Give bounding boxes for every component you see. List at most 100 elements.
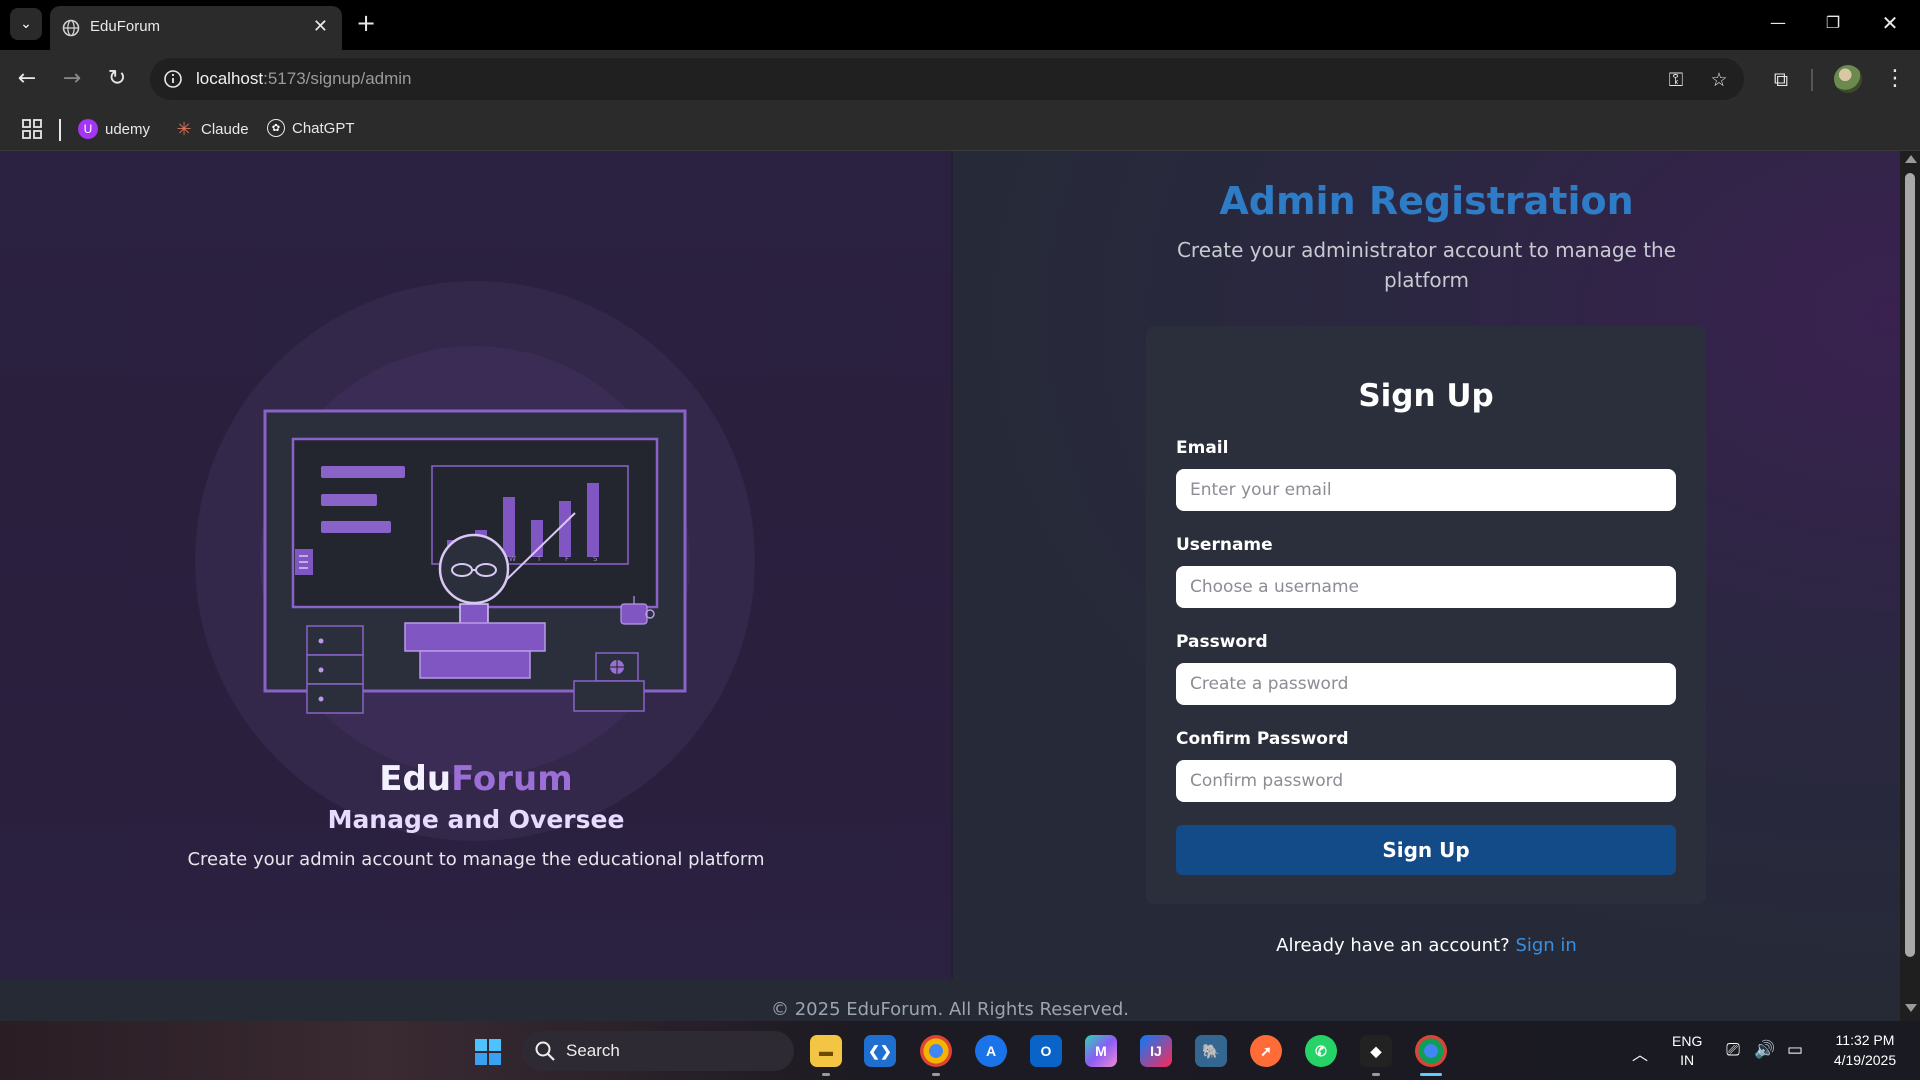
- clock-time: 11:32 PM: [1835, 1032, 1895, 1048]
- minimize-icon[interactable]: —: [1758, 8, 1798, 38]
- windows-start-icon[interactable]: [474, 1038, 502, 1066]
- scroll-down-arrow-icon[interactable]: [1905, 1004, 1917, 1012]
- bookmark-claude[interactable]: ✳ Claude: [174, 118, 249, 139]
- chrome-icon[interactable]: [1415, 1035, 1447, 1067]
- chart-day-label: S: [593, 555, 598, 563]
- form-heading: Sign Up: [1358, 378, 1494, 414]
- chart-day-label: T: [536, 555, 542, 563]
- bookmark-label: udemy: [105, 120, 151, 138]
- battery-icon[interactable]: ▭: [1784, 1039, 1806, 1061]
- tab-title: EduForum: [90, 18, 161, 35]
- bookmark-label: Claude: [201, 120, 249, 138]
- bookmarks-bar: Uudemy ✳ Claude ✿ ChatGPT: [0, 108, 1920, 151]
- signin-prompt: Already have an account? Sign in: [953, 935, 1900, 956]
- language-code: ENG: [1672, 1033, 1703, 1049]
- confirm-password-label: Confirm Password: [1176, 729, 1349, 749]
- scroll-up-arrow-icon[interactable]: [1905, 155, 1917, 163]
- network-icon[interactable]: ⎚: [1722, 1039, 1744, 1061]
- postgres-icon[interactable]: 🐘: [1195, 1035, 1227, 1067]
- page-footer: © 2025 EduForum. All Rights Reserved.: [0, 979, 1900, 1021]
- url-text: localhost:5173/signup/admin: [196, 69, 412, 89]
- extensions-icon[interactable]: ⧉: [1766, 64, 1796, 94]
- password-label: Password: [1176, 632, 1268, 652]
- postman-icon[interactable]: ➚: [1250, 1035, 1282, 1067]
- page-content: W T F S EduForum Manage and Oversee Crea…: [0, 151, 1900, 979]
- language-indicator[interactable]: ENG IN: [1672, 1032, 1702, 1070]
- chart-day-label: F: [565, 555, 569, 563]
- registration-panel: Admin Registration Create your administr…: [953, 151, 1900, 979]
- password-field[interactable]: [1176, 663, 1676, 705]
- username-field[interactable]: [1176, 566, 1676, 608]
- back-arrow-icon[interactable]: ←: [12, 64, 42, 94]
- signin-prompt-text: Already have an account?: [1276, 935, 1510, 956]
- sign-up-button[interactable]: Sign Up: [1176, 825, 1676, 875]
- browser-tab[interactable]: EduForum ✕: [50, 6, 342, 50]
- footer-copyright: © 2025 EduForum. All Rights Reserved.: [770, 999, 1129, 1020]
- bookmarks-divider: [59, 119, 61, 141]
- claude-icon: ✳: [176, 118, 192, 139]
- tab-search-button[interactable]: ⌄: [10, 8, 42, 40]
- restore-icon[interactable]: ❐: [1813, 8, 1853, 38]
- whatsapp-icon[interactable]: ✆: [1305, 1035, 1337, 1067]
- signup-form-card: Sign Up Email Username Password Confirm …: [1146, 326, 1706, 904]
- search-label: Search: [566, 1041, 620, 1060]
- email-field[interactable]: [1176, 469, 1676, 511]
- brand-edu: Edu: [379, 759, 452, 799]
- intellij-icon[interactable]: IJ: [1140, 1035, 1172, 1067]
- language-region: IN: [1680, 1052, 1695, 1068]
- file-explorer-icon[interactable]: ▬: [810, 1035, 842, 1067]
- chart-day-label: W: [509, 555, 516, 563]
- bookmark-star-icon[interactable]: ☆: [1707, 68, 1731, 92]
- window-close-icon[interactable]: ✕: [1870, 8, 1910, 38]
- email-label: Email: [1176, 438, 1229, 458]
- globe-icon: [62, 19, 80, 37]
- more-menu-icon[interactable]: ⋮: [1880, 64, 1910, 94]
- site-info-icon[interactable]: [162, 68, 184, 90]
- browser-toolbar: ← → ↻ localhost:5173/signup/admin ⚿ ☆ ⧉ …: [0, 50, 1920, 108]
- password-key-icon[interactable]: ⚿: [1664, 68, 1688, 92]
- brand-logo-text: EduForum: [0, 759, 952, 799]
- running-indicator: [822, 1073, 830, 1076]
- hero-tagline: Manage and Oversee: [327, 805, 625, 834]
- close-tab-icon[interactable]: ✕: [313, 16, 328, 38]
- show-hidden-icons-icon[interactable]: ︿: [1632, 1041, 1648, 1065]
- clock-date: 4/19/2025: [1833, 1052, 1897, 1068]
- hero-description: Create your admin account to manage the …: [187, 849, 765, 870]
- clock[interactable]: 11:32 PM 4/19/2025: [1820, 1030, 1910, 1070]
- new-tab-button[interactable]: +: [352, 8, 380, 38]
- address-bar[interactable]: localhost:5173/signup/admin ⚿ ☆: [150, 58, 1744, 100]
- scroll-thumb[interactable]: [1905, 173, 1915, 957]
- page-subtitle: Create your administrator account to man…: [1176, 238, 1677, 292]
- copilot-icon[interactable]: M: [1085, 1035, 1117, 1067]
- vscode-icon[interactable]: ❮❯: [864, 1035, 896, 1067]
- sign-in-link[interactable]: Sign in: [1515, 935, 1576, 956]
- left-hero-panel: W T F S EduForum Manage and Oversee Crea…: [0, 151, 952, 979]
- url-path: :5173/signup/admin: [263, 69, 412, 88]
- tab-strip: ⌄ EduForum ✕ + — ❐ ✕: [0, 0, 1920, 50]
- page-title: Admin Registration: [1219, 179, 1634, 223]
- reload-icon[interactable]: ↻: [102, 64, 132, 94]
- outlook-icon[interactable]: O: [1030, 1035, 1062, 1067]
- running-indicator: [932, 1073, 940, 1076]
- volume-icon[interactable]: 🔊: [1754, 1039, 1776, 1061]
- apps-grid-icon[interactable]: [20, 117, 44, 141]
- app-store-icon[interactable]: A: [975, 1035, 1007, 1067]
- unity-icon[interactable]: ◆: [1360, 1035, 1392, 1067]
- chatgpt-icon: ✿: [267, 119, 285, 137]
- chrome-canary-icon[interactable]: [920, 1035, 952, 1067]
- admin-presentation-illustration: W T F S: [263, 409, 687, 714]
- search-icon: [535, 1041, 555, 1061]
- forward-arrow-icon[interactable]: →: [57, 64, 87, 94]
- bookmark-chatgpt[interactable]: ✿ ChatGPT: [267, 119, 355, 137]
- bookmark-label: ChatGPT: [292, 119, 355, 137]
- profile-avatar[interactable]: [1834, 65, 1862, 93]
- username-label: Username: [1176, 535, 1273, 555]
- active-indicator: [1420, 1073, 1442, 1076]
- udemy-icon: U: [78, 119, 98, 139]
- taskbar-search[interactable]: Search: [522, 1031, 794, 1071]
- bookmark-udemy[interactable]: Uudemy: [78, 119, 150, 139]
- page-scrollbar[interactable]: [1900, 151, 1920, 1021]
- brand-forum: Forum: [451, 759, 573, 799]
- windows-taskbar: Search ▬ ❮❯ A O M IJ 🐘 ➚ ✆ ◆ ︿ ENG IN ⎚ 🔊…: [0, 1021, 1920, 1080]
- confirm-password-field[interactable]: [1176, 760, 1676, 802]
